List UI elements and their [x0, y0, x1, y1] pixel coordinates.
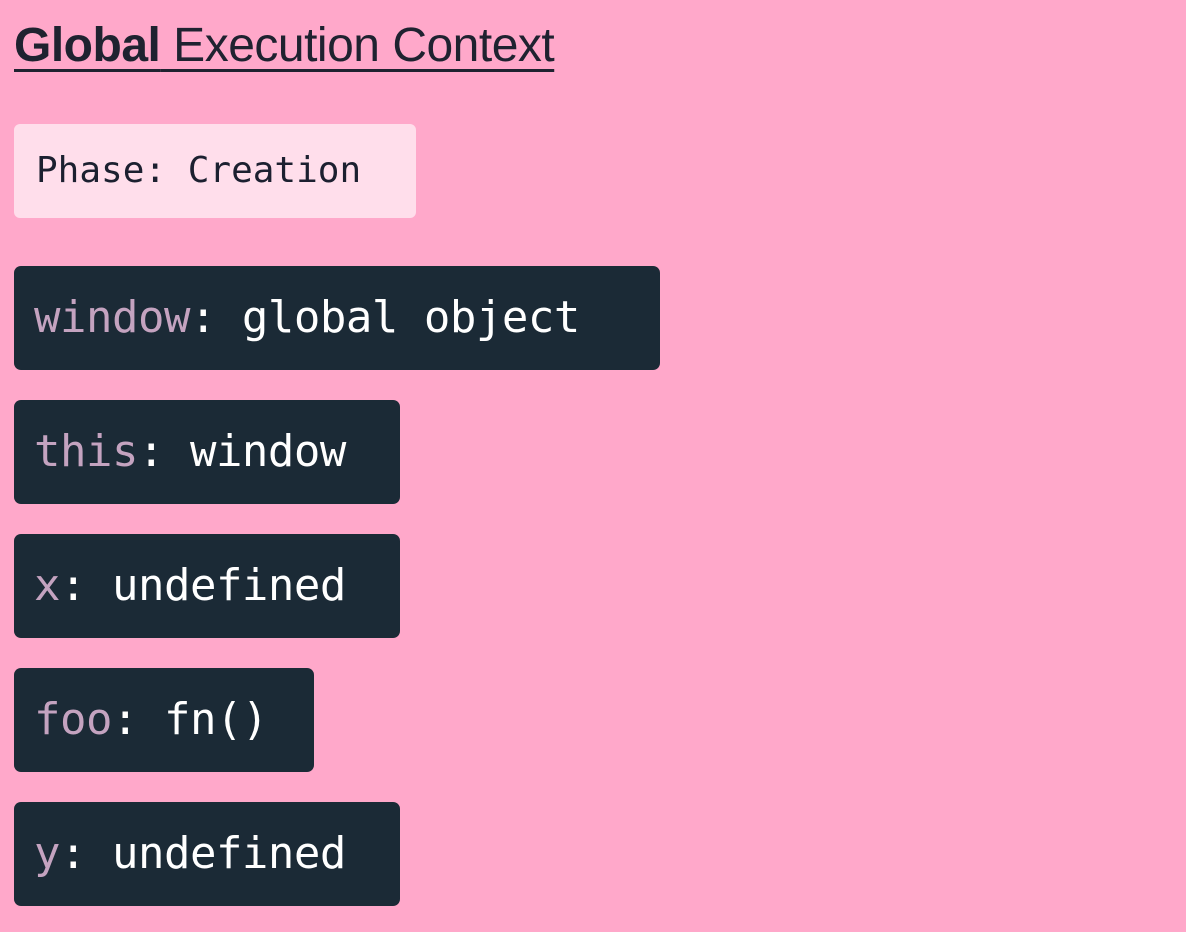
- title-bold: Global: [14, 19, 161, 72]
- binding-value: : window: [137, 426, 346, 477]
- binding-key: this: [34, 426, 138, 477]
- binding-key: foo: [34, 694, 112, 745]
- phase-badge: Phase: Creation: [14, 124, 416, 218]
- binding-key: x: [34, 560, 61, 611]
- binding-value: : global object: [189, 292, 580, 343]
- binding-key: y: [34, 828, 61, 879]
- binding-this: this: window: [14, 400, 400, 504]
- binding-window: window: global object: [14, 266, 660, 370]
- binding-value: : undefined: [60, 560, 346, 611]
- phase-value: Creation: [187, 150, 362, 191]
- binding-key: window: [34, 292, 190, 343]
- binding-y: y: undefined: [14, 802, 400, 906]
- binding-x: x: undefined: [14, 534, 400, 638]
- phase-label: Phase:: [36, 150, 167, 191]
- page-title: Global Execution Context: [14, 16, 555, 76]
- binding-value: : fn(): [111, 694, 268, 745]
- binding-foo: foo: fn(): [14, 668, 314, 772]
- title-rest: Execution Context: [160, 19, 555, 72]
- binding-value: : undefined: [60, 828, 346, 879]
